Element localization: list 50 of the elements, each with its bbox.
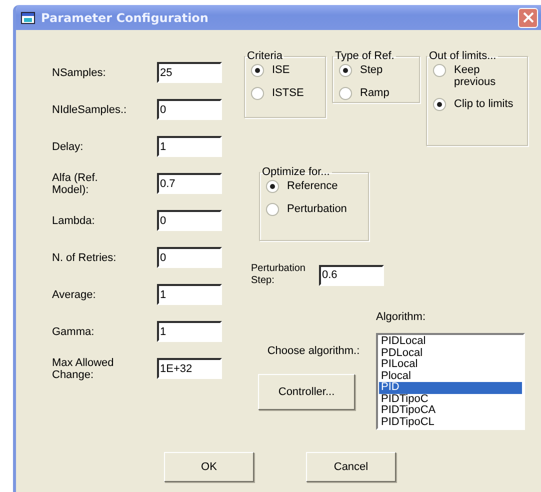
- parameter-label: NIdleSamples.:: [52, 104, 128, 116]
- list-item[interactable]: PID: [379, 382, 522, 394]
- input-field[interactable]: 0.6: [319, 264, 384, 286]
- input-field[interactable]: 1: [157, 136, 222, 157]
- parameter-label: Gamma:: [52, 326, 96, 338]
- group-title: Out of limits...: [428, 50, 498, 62]
- window-title: Parameter Configuration: [41, 10, 210, 24]
- group-title: Optimize for...: [261, 166, 331, 178]
- radio-button[interactable]: [251, 64, 264, 77]
- group-title: Criteria: [246, 50, 284, 62]
- radio-label: Clip to limits: [454, 98, 514, 110]
- choose-algorithm-label: Choose algorithm.:: [267, 345, 360, 357]
- radio-label: Perturbation: [287, 203, 347, 215]
- controller-button[interactable]: Controller...: [258, 374, 355, 410]
- close-button[interactable]: [518, 8, 538, 28]
- parameter-label: N. of Retries:: [52, 252, 118, 264]
- radio-label: Reference: [287, 180, 338, 192]
- radio-button[interactable]: [266, 203, 279, 216]
- radio-label: Ramp: [360, 87, 390, 99]
- input-field[interactable]: 0: [157, 210, 222, 231]
- parameter-label: NSamples:: [52, 66, 107, 78]
- input-field[interactable]: 0: [157, 99, 222, 120]
- radio-button[interactable]: [339, 64, 352, 77]
- group-title: Type of Ref.: [334, 50, 396, 62]
- input-field[interactable]: 1E+32: [157, 358, 222, 379]
- radio-button[interactable]: [266, 180, 279, 193]
- cancel-button[interactable]: Cancel: [306, 452, 396, 482]
- radio-button[interactable]: [433, 98, 446, 111]
- radio-label: Keep previous: [454, 64, 497, 88]
- radio-button[interactable]: [339, 87, 352, 100]
- radio-label: ISE: [272, 64, 290, 76]
- input-field[interactable]: 1: [157, 284, 222, 305]
- parameter-label: Delay:: [52, 140, 84, 152]
- parameter-label: Max Allowed Change:: [52, 356, 115, 380]
- radio-label: Step: [360, 64, 383, 76]
- radio-button[interactable]: [433, 64, 446, 77]
- close-icon: [522, 12, 534, 23]
- input-field[interactable]: 25: [157, 62, 222, 83]
- perturbation-step-label: Perturbation Step:: [251, 263, 306, 287]
- ok-button[interactable]: OK: [164, 452, 254, 482]
- input-field[interactable]: 0.7: [157, 173, 222, 194]
- radio-label: ISTSE: [272, 87, 304, 99]
- radio-button[interactable]: [251, 87, 264, 100]
- input-field[interactable]: 0: [157, 247, 222, 268]
- parameter-label: Alfa (Ref. Model):: [52, 172, 99, 196]
- window-icon: [21, 12, 35, 24]
- algorithm-label: Algorithm:: [376, 311, 427, 323]
- parameter-label: Average:: [52, 288, 97, 300]
- input-field[interactable]: 1: [157, 321, 222, 342]
- parameter-label: Lambda:: [52, 214, 96, 226]
